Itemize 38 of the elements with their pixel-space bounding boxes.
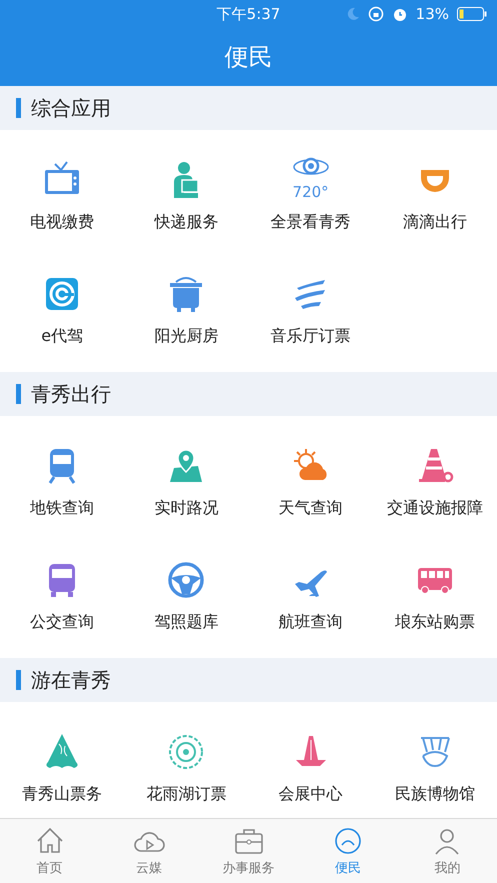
service-label[interactable]: 电视缴费 [30, 212, 94, 233]
service-label[interactable]: 天气查询 [278, 498, 343, 519]
service-label[interactable]: 民族博物馆 [394, 784, 475, 805]
tab-item[interactable]: 首页 [0, 819, 100, 883]
tab-item[interactable]: 办事服务 [198, 819, 298, 883]
service-label[interactable]: 阳光厨房 [154, 326, 218, 347]
service-label[interactable]: 交通设施报障 [386, 498, 483, 519]
service-label[interactable]: 公交查询 [30, 612, 94, 633]
alarm-icon [392, 6, 408, 22]
service-label[interactable]: 埌东站购票 [394, 612, 475, 633]
service-label[interactable]: 音乐厅订票 [270, 326, 351, 347]
service-label[interactable]: 会展中心 [278, 784, 343, 805]
icon-caption: 720° [292, 184, 329, 200]
tab-item[interactable]: 云媒 [99, 819, 199, 883]
status-time: 下午5:37 [216, 4, 280, 22]
service-label[interactable]: 青秀山票务 [22, 784, 102, 805]
service-label[interactable]: e代驾 [41, 326, 84, 347]
section-title: 青秀出行 [31, 380, 111, 408]
service-label[interactable]: 实时路况 [154, 498, 218, 519]
page-title: 便民 [224, 42, 272, 73]
service-label[interactable]: 滴滴出行 [402, 212, 467, 233]
moon-icon [346, 7, 360, 21]
steering-wheel-icon [166, 560, 206, 600]
service-label[interactable]: 地铁查询 [30, 498, 94, 519]
accent-bar [16, 384, 21, 404]
accent-bar [16, 670, 21, 690]
battery-percent: 13% [416, 5, 449, 23]
service-label[interactable]: 航班查询 [278, 612, 343, 633]
section-title: 游在青秀 [31, 666, 111, 694]
service-label[interactable]: 花雨湖订票 [146, 784, 226, 805]
battery-icon [457, 7, 487, 21]
service-label[interactable]: 全景看青秀 [270, 212, 351, 233]
service-label[interactable]: 快递服务 [154, 212, 218, 233]
accent-bar [16, 98, 21, 118]
section-title: 综合应用 [31, 94, 111, 122]
service-label[interactable]: 驾照题库 [154, 612, 218, 633]
rotation-lock-icon [368, 6, 384, 22]
tab-item[interactable]: 我的 [398, 819, 497, 883]
